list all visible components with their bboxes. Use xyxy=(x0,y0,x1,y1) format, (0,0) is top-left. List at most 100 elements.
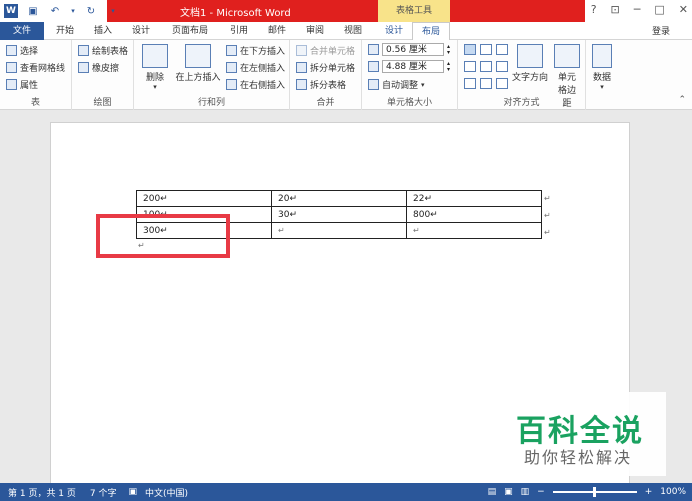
zoom-out-icon[interactable]: − xyxy=(537,487,545,497)
table-cell[interactable]: 22↵ xyxy=(406,190,542,207)
ribbon-display-icon[interactable]: ⊡ xyxy=(611,3,620,16)
read-mode-icon[interactable]: ▤ xyxy=(488,487,497,497)
collapse-ribbon-icon[interactable]: ⌃ xyxy=(678,95,686,105)
tab-review[interactable]: 审阅 xyxy=(302,22,328,40)
table-cell[interactable]: ↵ xyxy=(271,222,407,239)
tab-references[interactable]: 引用 xyxy=(226,22,252,40)
align-middle-left-icon[interactable] xyxy=(464,61,476,72)
tab-table-design[interactable]: 设计 xyxy=(380,22,408,40)
view-gridlines-button[interactable]: 查看网格线 xyxy=(6,61,65,74)
cell-margins-icon xyxy=(554,44,580,68)
table-cell[interactable]: ↵ xyxy=(406,222,542,239)
table-cell[interactable]: 20↵ xyxy=(271,190,407,207)
redo-icon[interactable]: ↻ xyxy=(84,4,98,18)
row-end-mark: ↵ xyxy=(544,211,551,220)
draw-group: 绘制表格 橡皮擦 绘图 xyxy=(72,40,134,110)
tab-page-layout[interactable]: 页面布局 xyxy=(166,22,214,40)
tab-mailings[interactable]: 邮件 xyxy=(264,22,290,40)
title-strip xyxy=(107,0,585,22)
insert-above-button[interactable]: 在上方插入 xyxy=(174,44,222,83)
rows-columns-group-label: 行和列 xyxy=(197,98,225,108)
tab-table-layout[interactable]: 布局 xyxy=(412,22,450,40)
zoom-in-icon[interactable]: + xyxy=(645,487,653,497)
row-height-input[interactable]: 0.56 厘米 xyxy=(382,43,444,56)
highlight-box xyxy=(96,214,230,258)
tab-design[interactable]: 设计 xyxy=(128,22,154,40)
rows-columns-group: 删除 ▾ 在上方插入 在下方插入 在左侧插入 在右侧插入 行和列 xyxy=(134,40,290,110)
chevron-down-icon[interactable]: ▾ xyxy=(70,4,76,18)
help-button[interactable]: ? xyxy=(591,3,597,16)
insert-above-icon xyxy=(185,44,211,68)
align-bottom-right-icon[interactable] xyxy=(496,78,508,89)
tab-insert[interactable]: 插入 xyxy=(90,22,116,40)
split-cells-button[interactable]: 拆分单元格 xyxy=(296,61,355,74)
table-cell[interactable]: 30↵ xyxy=(271,206,407,223)
table-cell[interactable]: 800↵ xyxy=(406,206,542,223)
window-controls: ? ⊡ ─ □ ✕ xyxy=(591,3,688,16)
minimize-button[interactable]: ─ xyxy=(634,3,641,16)
restore-button[interactable]: □ xyxy=(654,3,664,16)
alignment-group: 文字方向 单元格边距 对齐方式 xyxy=(458,40,586,110)
row-end-mark: ↵ xyxy=(544,228,551,237)
pencil-icon xyxy=(78,45,89,56)
autofit-button[interactable]: 自动调整 ▾ xyxy=(368,78,425,91)
table-tools-label: 表格工具 xyxy=(378,0,450,22)
print-layout-icon[interactable]: ▣ xyxy=(504,487,513,497)
merge-group-label: 合并 xyxy=(316,98,335,108)
cell-size-group-label: 单元格大小 xyxy=(386,98,432,108)
zoom-level[interactable]: 100% xyxy=(660,487,686,497)
proofing-icon[interactable]: ▣ xyxy=(129,487,138,497)
align-top-center-icon[interactable] xyxy=(480,44,492,55)
insert-left-button[interactable]: 在左侧插入 xyxy=(226,61,285,74)
column-width-input[interactable]: 4.88 厘米 xyxy=(382,60,444,73)
properties-button[interactable]: 属性 xyxy=(6,78,38,91)
align-middle-right-icon[interactable] xyxy=(496,61,508,72)
eraser-button[interactable]: 橡皮擦 xyxy=(78,61,119,74)
page-count[interactable]: 第 1 页，共 1 页 xyxy=(8,486,76,499)
close-button[interactable]: ✕ xyxy=(679,3,688,16)
text-direction-button[interactable]: 文字方向 xyxy=(512,44,548,83)
save-icon[interactable]: ▣ xyxy=(26,4,40,18)
insert-below-button[interactable]: 在下方插入 xyxy=(226,44,285,57)
spinner-icon[interactable]: ▴ ▾ xyxy=(447,43,450,56)
tab-view[interactable]: 视图 xyxy=(340,22,366,40)
undo-icon[interactable]: ↶ xyxy=(48,4,62,18)
tab-home[interactable]: 开始 xyxy=(52,22,78,40)
align-middle-center-icon[interactable] xyxy=(480,61,492,72)
data-button[interactable]: 数据 ▾ xyxy=(588,44,616,91)
data-icon xyxy=(592,44,612,68)
table-row: 200↵ 20↵ 22↵ xyxy=(136,190,542,207)
zoom-slider-knob[interactable] xyxy=(592,487,596,497)
ribbon: 选择 查看网格线 属性 表 绘制表格 橡皮擦 绘图 删除 ▾ 在上方插入 在下方插… xyxy=(0,40,692,110)
align-bottom-left-icon[interactable] xyxy=(464,78,476,89)
customize-qat-icon[interactable]: ▾ xyxy=(106,4,120,18)
draw-table-button[interactable]: 绘制表格 xyxy=(78,44,128,57)
login-link[interactable]: 登录 xyxy=(652,24,670,37)
merge-cells-button[interactable]: 合并单元格 xyxy=(296,44,355,57)
table-group: 选择 查看网格线 属性 表 xyxy=(0,40,72,110)
split-table-button[interactable]: 拆分表格 xyxy=(296,78,346,91)
word-count[interactable]: 7 个字 xyxy=(90,486,117,499)
align-top-left-icon[interactable] xyxy=(464,44,476,55)
status-bar: 第 1 页，共 1 页 7 个字 ▣ 中文(中国) ▤ ▣ ▥ − + 100% xyxy=(0,483,692,501)
tab-file[interactable]: 文件 xyxy=(0,22,44,40)
zoom-slider[interactable] xyxy=(552,487,637,497)
select-button[interactable]: 选择 xyxy=(6,44,38,57)
delete-button[interactable]: 删除 ▾ xyxy=(140,44,170,91)
column-width-control[interactable]: 4.88 厘米 ▴ ▾ xyxy=(368,60,450,73)
table-cell[interactable]: 200↵ xyxy=(136,190,272,207)
column-width-icon xyxy=(368,61,379,72)
web-layout-icon[interactable]: ▥ xyxy=(521,487,530,497)
window-title: 文档1 - Microsoft Word xyxy=(180,8,291,19)
properties-icon xyxy=(6,79,17,90)
word-logo-icon: W xyxy=(4,4,18,18)
align-bottom-center-icon[interactable] xyxy=(480,78,492,89)
row-height-control[interactable]: 0.56 厘米 ▴ ▾ xyxy=(368,43,450,56)
table-group-label: 表 xyxy=(30,98,40,108)
align-top-right-icon[interactable] xyxy=(496,44,508,55)
select-icon xyxy=(6,45,17,56)
merge-group: 合并单元格 拆分单元格 拆分表格 合并 xyxy=(290,40,362,110)
spinner-icon[interactable]: ▴ ▾ xyxy=(447,60,450,73)
insert-right-button[interactable]: 在右侧插入 xyxy=(226,78,285,91)
language[interactable]: 中文(中国) xyxy=(145,486,188,499)
